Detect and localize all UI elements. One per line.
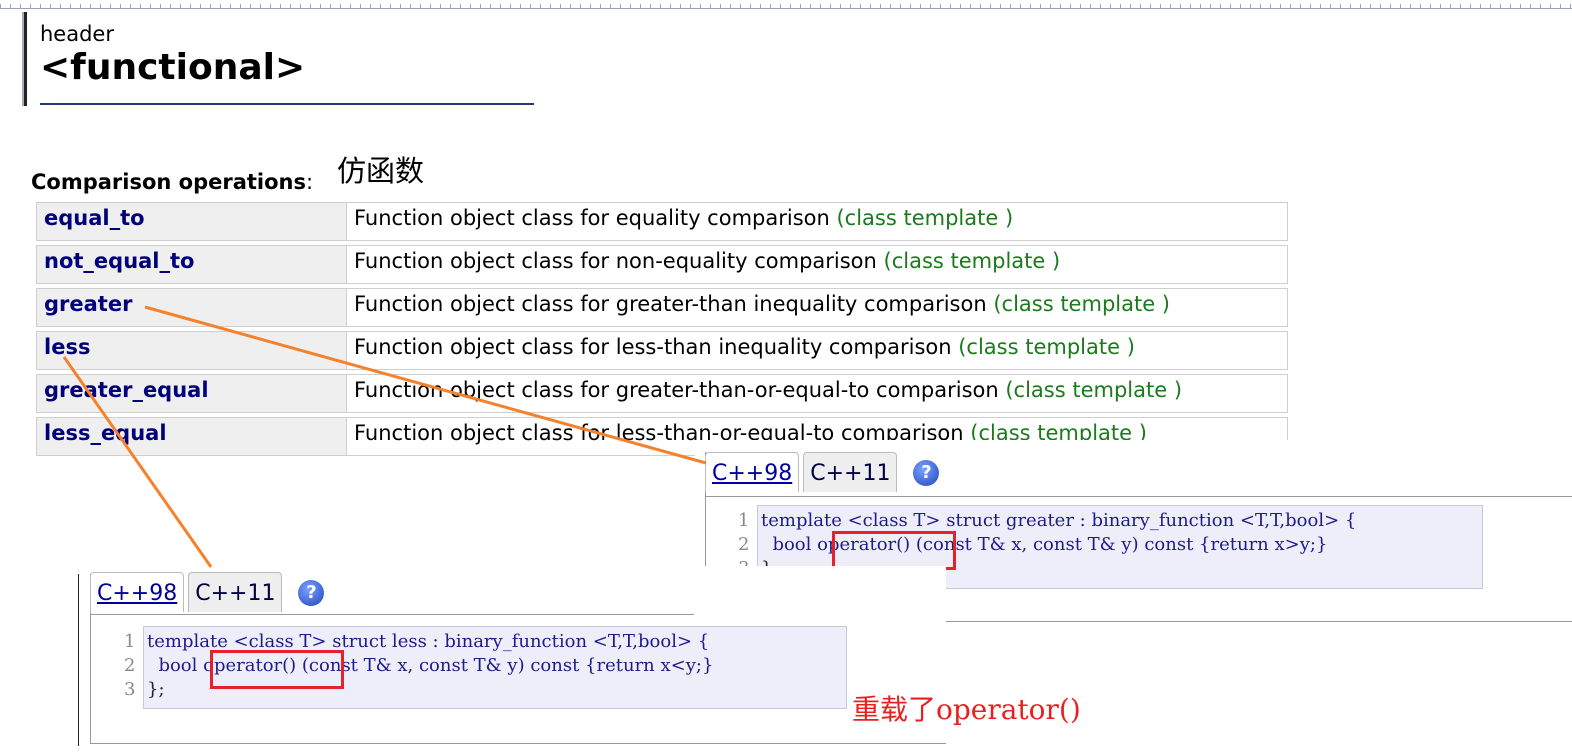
overload-note: 重载了operator() [852,693,1081,726]
arrow-less [62,356,213,568]
annotation-arrows [62,305,707,568]
arrow-greater [144,305,707,465]
